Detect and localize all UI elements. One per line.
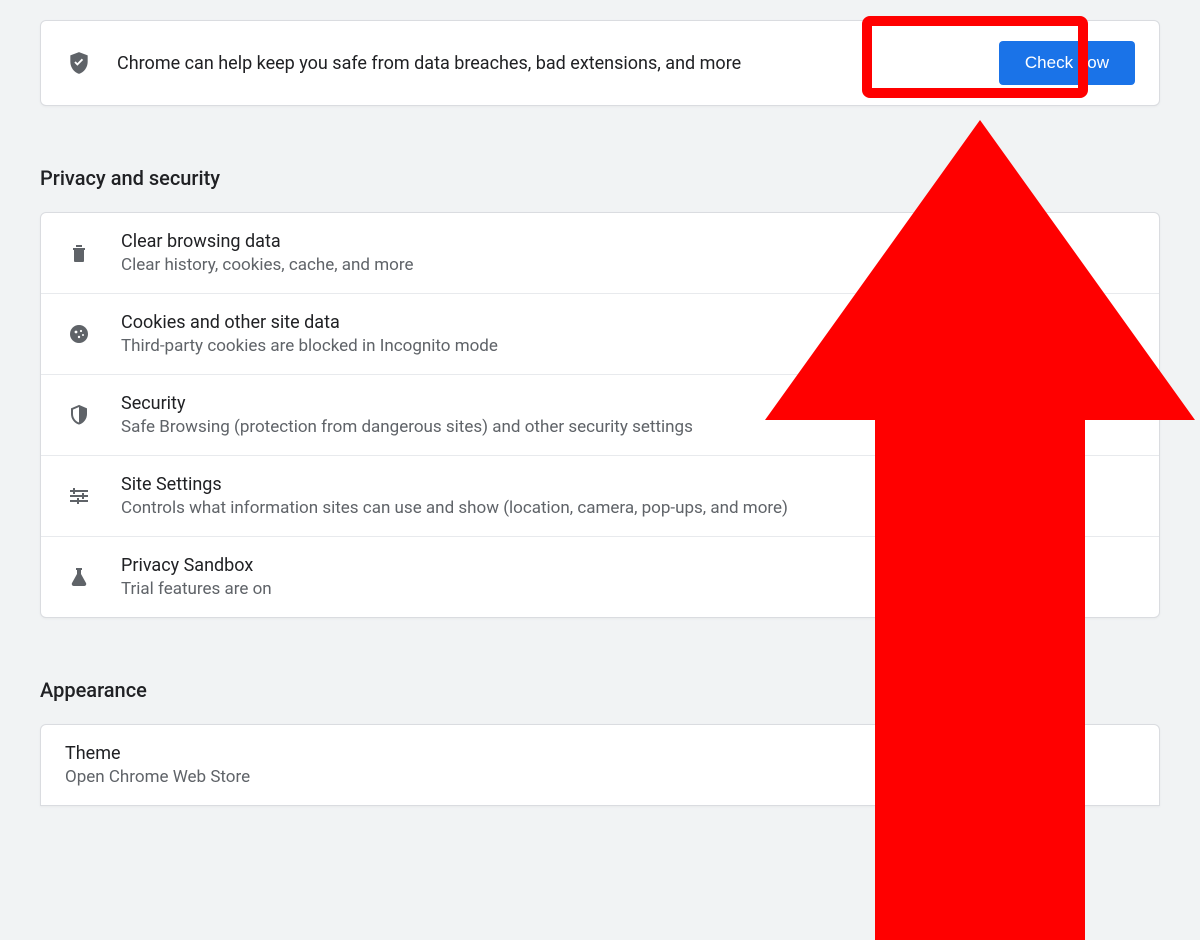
row-desc: Controls what information sites can use … bbox=[121, 498, 788, 518]
security-row[interactable]: Security Safe Browsing (protection from … bbox=[41, 375, 1159, 456]
cookies-row[interactable]: Cookies and other site data Third-party … bbox=[41, 294, 1159, 375]
row-title: Clear browsing data bbox=[121, 231, 413, 252]
trash-icon bbox=[65, 239, 93, 267]
privacy-security-list: Clear browsing data Clear history, cooki… bbox=[40, 212, 1160, 618]
safety-check-text: Chrome can help keep you safe from data … bbox=[117, 53, 975, 74]
privacy-sandbox-row[interactable]: Privacy Sandbox Trial features are on bbox=[41, 537, 1159, 617]
row-title: Security bbox=[121, 393, 693, 414]
theme-desc: Open Chrome Web Store bbox=[65, 767, 1135, 787]
theme-row[interactable]: Theme Open Chrome Web Store bbox=[41, 725, 1159, 805]
check-now-button[interactable]: Check now bbox=[999, 41, 1135, 85]
row-title: Privacy Sandbox bbox=[121, 555, 272, 576]
sliders-icon bbox=[65, 482, 93, 510]
row-title: Cookies and other site data bbox=[121, 312, 498, 333]
row-desc: Safe Browsing (protection from dangerous… bbox=[121, 417, 693, 437]
flask-icon bbox=[65, 563, 93, 591]
security-shield-icon bbox=[65, 401, 93, 429]
shield-icon bbox=[65, 49, 93, 77]
theme-title: Theme bbox=[65, 743, 1135, 764]
row-desc: Clear history, cookies, cache, and more bbox=[121, 255, 413, 275]
safety-check-card: Chrome can help keep you safe from data … bbox=[40, 20, 1160, 106]
privacy-security-heading: Privacy and security bbox=[40, 166, 1160, 190]
row-title: Site Settings bbox=[121, 474, 788, 495]
row-desc: Trial features are on bbox=[121, 579, 272, 599]
row-desc: Third-party cookies are blocked in Incog… bbox=[121, 336, 498, 356]
appearance-card: Theme Open Chrome Web Store bbox=[40, 724, 1160, 806]
clear-browsing-data-row[interactable]: Clear browsing data Clear history, cooki… bbox=[41, 213, 1159, 294]
appearance-heading: Appearance bbox=[40, 678, 1160, 702]
cookie-icon bbox=[65, 320, 93, 348]
site-settings-row[interactable]: Site Settings Controls what information … bbox=[41, 456, 1159, 537]
